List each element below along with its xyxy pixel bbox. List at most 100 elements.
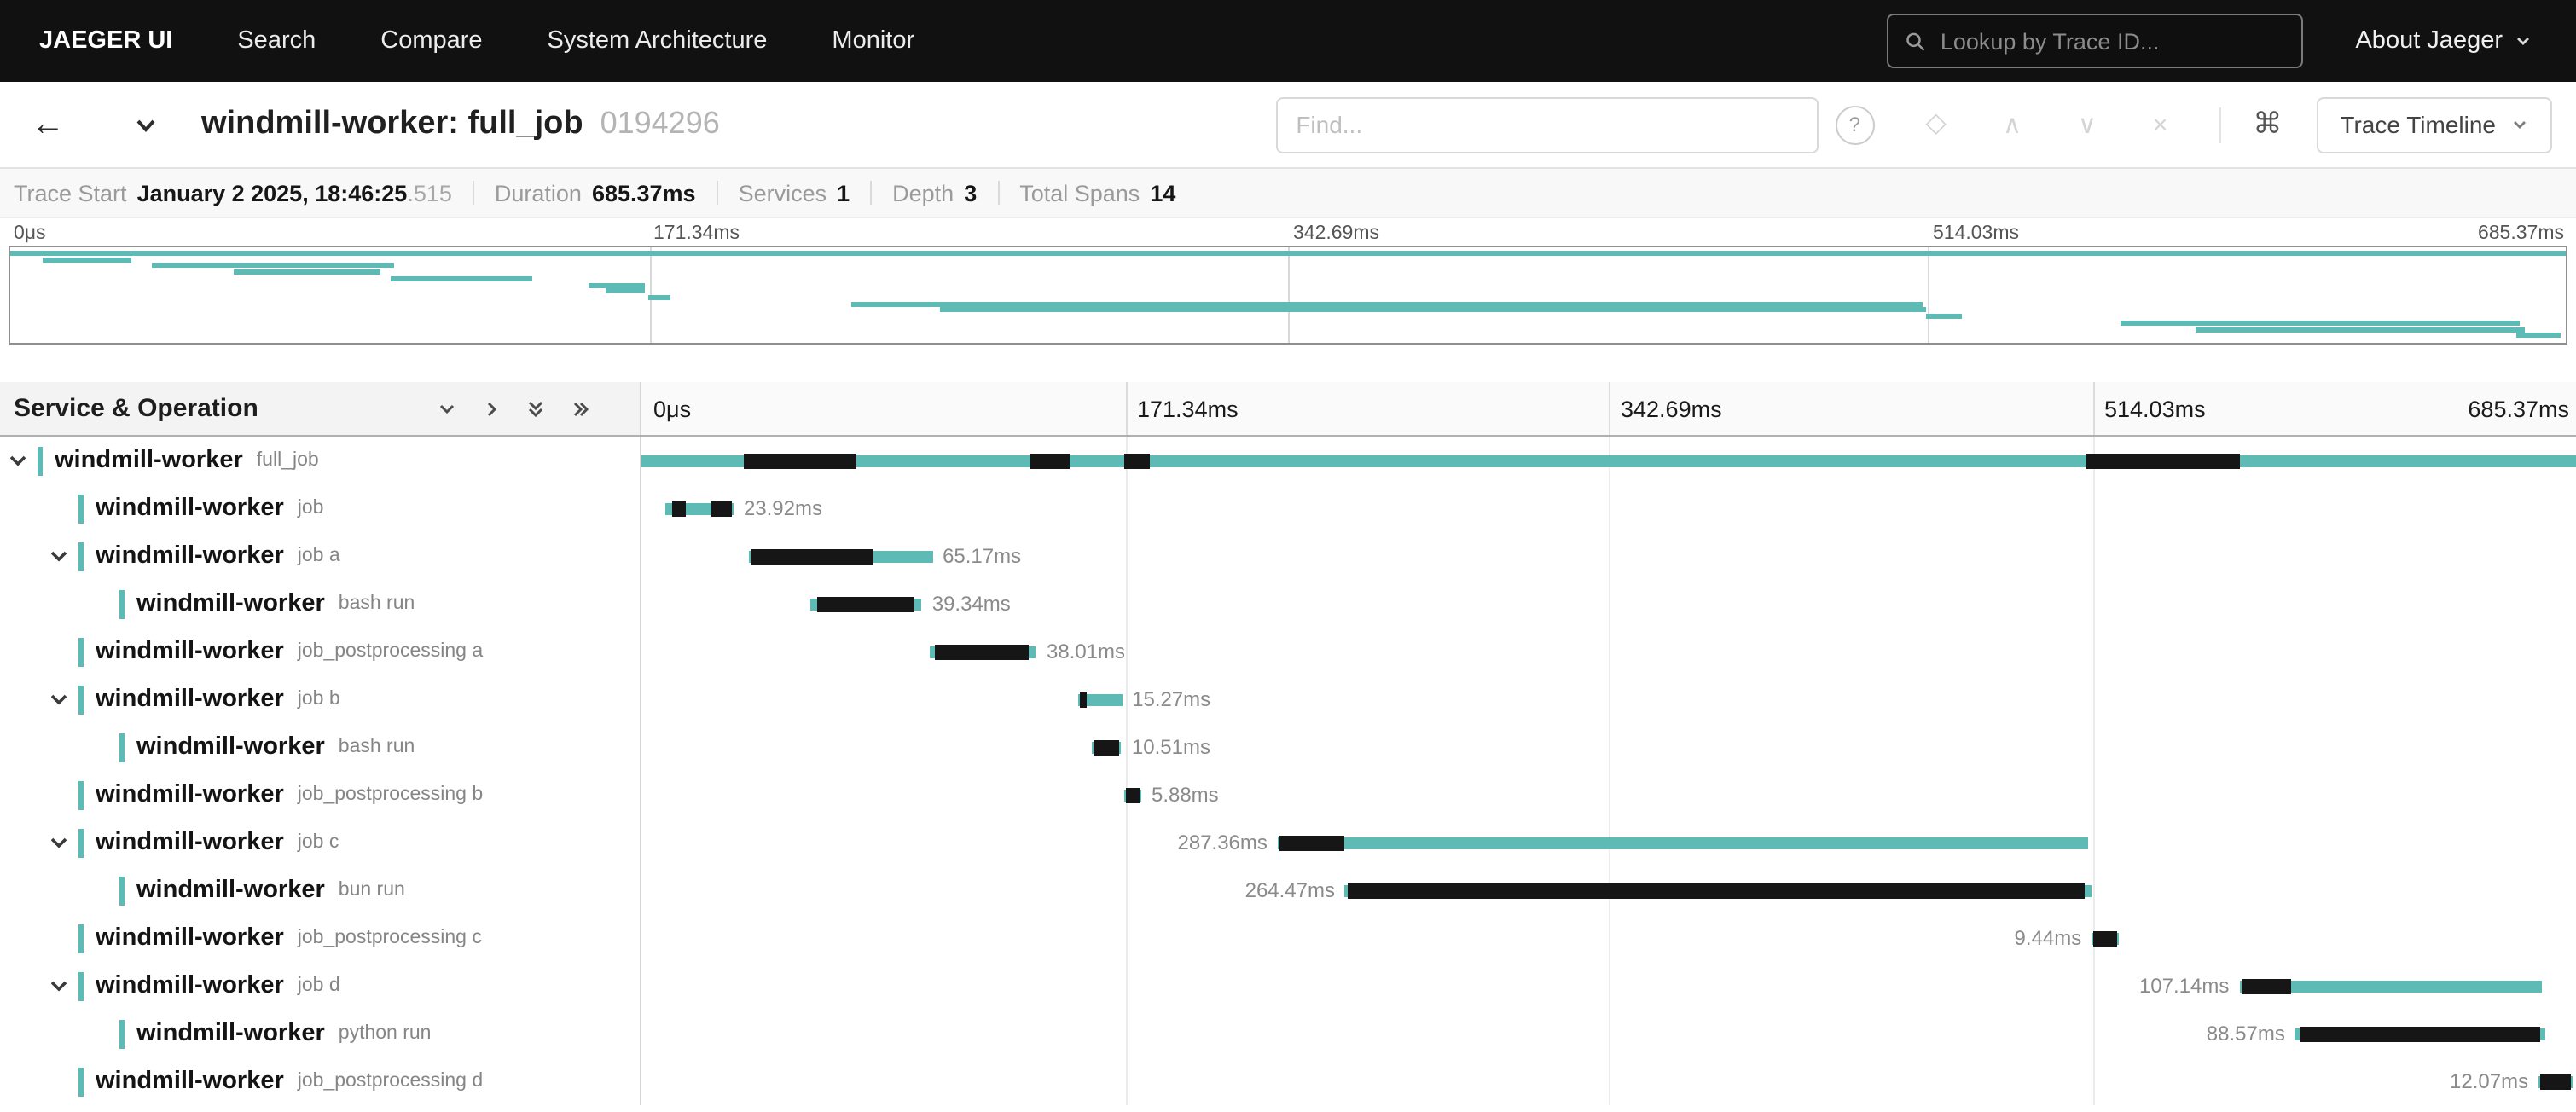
span-bar-row[interactable]: 15.27ms: [641, 675, 2576, 723]
span-duration-label: 12.07ms: [2450, 1069, 2528, 1093]
chevron-down-icon[interactable]: ∨: [2078, 112, 2097, 137]
trace-toolbar: ? ◇ ∧ ∨ × ⌘ Trace Timeline: [1275, 96, 2552, 153]
span-name-row[interactable]: windmill-workerjob: [0, 484, 640, 532]
span-self-time-segment: [672, 501, 687, 516]
span-bar[interactable]: [1125, 789, 1141, 801]
nav-monitor[interactable]: Monitor: [832, 27, 914, 55]
minimap-span-bar: [234, 269, 380, 275]
timeline-tick-label: 685.37ms: [2478, 223, 2564, 244]
span-bar[interactable]: [2295, 1028, 2545, 1040]
back-button[interactable]: ←: [31, 107, 65, 142]
chevron-down-icon: [2515, 32, 2532, 49]
span-name-row[interactable]: windmill-workerjob_postprocessing a: [0, 628, 640, 675]
span-bar[interactable]: [748, 550, 932, 562]
span-bar-row[interactable]: [641, 437, 2576, 484]
span-bar-row[interactable]: 39.34ms: [641, 580, 2576, 628]
span-bar[interactable]: [666, 502, 734, 514]
span-bar[interactable]: [2092, 932, 2118, 944]
operation-name: full_job: [257, 450, 319, 471]
span-name-row[interactable]: windmill-workerjob_postprocessing c: [0, 914, 640, 962]
span-duration-label: 39.34ms: [932, 592, 1011, 616]
nav-compare[interactable]: Compare: [380, 27, 482, 55]
chevron-down-icon[interactable]: [48, 831, 70, 854]
operation-name: job c: [298, 832, 339, 853]
focus-match-icon[interactable]: ◇: [1925, 111, 1947, 138]
span-bar[interactable]: [2538, 1075, 2573, 1087]
span-self-time-segment: [1080, 692, 1088, 707]
span-self-time-segment: [1279, 835, 1344, 850]
trace-id: 0194296: [600, 106, 720, 142]
double-chevron-down-icon[interactable]: [524, 397, 548, 420]
minimap-span-bar: [2516, 333, 2561, 339]
operation-name: bash run: [339, 737, 415, 757]
app-logo[interactable]: JAEGER UI: [39, 27, 172, 55]
span-bar[interactable]: [1345, 884, 2092, 896]
span-self-time-segment: [1124, 453, 1150, 468]
span-name-row[interactable]: windmill-workerjob c: [0, 819, 640, 866]
span-name-row[interactable]: windmill-workerbun run: [0, 866, 640, 914]
keyboard-shortcuts-icon[interactable]: ⌘: [2253, 107, 2282, 142]
collapse-trace-detail-icon[interactable]: [133, 112, 159, 137]
span-bar[interactable]: [1092, 741, 1122, 753]
span-rows: windmill-workerfull_jobwindmill-workerjo…: [0, 437, 2576, 1105]
span-bar-row[interactable]: 38.01ms: [641, 628, 2576, 675]
span-bar-row[interactable]: 12.07ms: [641, 1057, 2576, 1105]
close-icon[interactable]: ×: [2153, 112, 2168, 137]
span-color-indicator: [78, 780, 84, 809]
span-bar-row[interactable]: 10.51ms: [641, 723, 2576, 771]
double-chevron-right-icon[interactable]: [568, 397, 592, 420]
chevron-down-icon[interactable]: [7, 449, 29, 472]
span-color-indicator: [119, 589, 125, 618]
span-color-indicator: [38, 446, 43, 475]
span-bar[interactable]: [1079, 693, 1123, 705]
span-color-indicator: [119, 876, 125, 905]
span-bar[interactable]: [1278, 837, 2089, 848]
operation-name: job_postprocessing c: [298, 928, 482, 948]
span-bar[interactable]: [811, 598, 922, 610]
span-bar[interactable]: [2239, 980, 2542, 992]
span-name-row[interactable]: windmill-workerjob b: [0, 675, 640, 723]
nav-system-architecture[interactable]: System Architecture: [548, 27, 768, 55]
minimap-span-bar: [2195, 327, 2525, 332]
find-input[interactable]: [1275, 96, 1818, 153]
span-name-row[interactable]: windmill-workerjob_postprocessing b: [0, 771, 640, 819]
span-name-row[interactable]: windmill-workerbash run: [0, 580, 640, 628]
span-bar-row[interactable]: 5.88ms: [641, 771, 2576, 819]
span-name-row[interactable]: windmill-workerjob_postprocessing d: [0, 1057, 640, 1105]
trace-start-value: January 2 2025, 18:46:25: [137, 180, 408, 206]
trace-view-dropdown[interactable]: Trace Timeline: [2316, 96, 2552, 153]
span-self-time-segment: [2086, 453, 2240, 468]
top-nav: JAEGER UI Search Compare System Architec…: [0, 0, 2576, 82]
span-color-indicator: [78, 542, 84, 570]
span-bar-row[interactable]: 65.17ms: [641, 532, 2576, 580]
span-duration-label: 5.88ms: [1152, 783, 1219, 807]
span-name-row[interactable]: windmill-workerfull_job: [0, 437, 640, 484]
span-bar[interactable]: [641, 455, 2576, 466]
nav-search[interactable]: Search: [237, 27, 316, 55]
help-icon[interactable]: ?: [1835, 105, 1874, 144]
about-jaeger-menu[interactable]: About Jaeger: [2355, 27, 2532, 55]
span-bar[interactable]: [929, 646, 1036, 657]
span-bar-row[interactable]: 287.36ms: [641, 819, 2576, 866]
span-self-time-segment: [2093, 930, 2117, 946]
span-bar-row[interactable]: 264.47ms: [641, 866, 2576, 914]
chevron-down-icon[interactable]: [435, 397, 459, 420]
span-bar-row[interactable]: 23.92ms: [641, 484, 2576, 532]
span-bar-row[interactable]: 88.57ms: [641, 1010, 2576, 1057]
span-bar-row[interactable]: 107.14ms: [641, 962, 2576, 1010]
minimap-canvas[interactable]: [9, 246, 2567, 345]
trace-lookup-input[interactable]: [1937, 26, 2284, 55]
span-bar-row[interactable]: 9.44ms: [641, 914, 2576, 962]
timeline-tick-label: 171.34ms: [653, 223, 740, 244]
span-name-row[interactable]: windmill-workerbash run: [0, 723, 640, 771]
span-name-row[interactable]: windmill-workerjob a: [0, 532, 640, 580]
chevron-down-icon[interactable]: [48, 688, 70, 710]
chevron-up-icon[interactable]: ∧: [2003, 112, 2022, 137]
span-name-row[interactable]: windmill-workerpython run: [0, 1010, 640, 1057]
chevron-right-icon[interactable]: [479, 397, 503, 420]
span-name-row[interactable]: windmill-workerjob d: [0, 962, 640, 1010]
collapse-controls: [435, 397, 592, 420]
chevron-down-icon[interactable]: [48, 975, 70, 997]
timeline-tick-label: 685.37ms: [2468, 396, 2569, 421]
chevron-down-icon[interactable]: [48, 545, 70, 567]
